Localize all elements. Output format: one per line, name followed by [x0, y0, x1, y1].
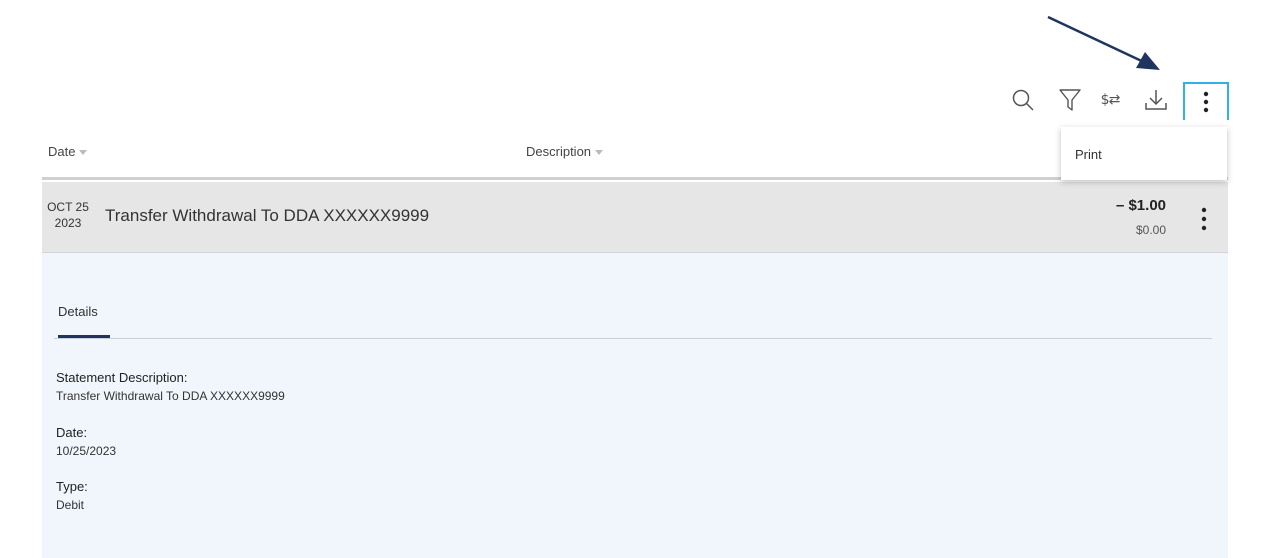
- currency-swap-icon[interactable]: $⇄: [1093, 82, 1127, 118]
- transaction-date: OCT 25 2023: [45, 199, 91, 231]
- field-label-statement-description: Statement Description:: [56, 370, 188, 385]
- transaction-year: 2023: [54, 216, 82, 230]
- more-vertical-icon: [1201, 207, 1207, 231]
- filter-icon[interactable]: [1053, 82, 1087, 118]
- transactions-toolbar: $⇄: [1000, 82, 1229, 120]
- transaction-amount: – $1.00: [1115, 197, 1166, 214]
- more-vertical-icon: [1203, 91, 1209, 113]
- column-header-date-label: Date: [48, 144, 76, 159]
- table-header: Date Description: [42, 138, 1228, 180]
- transaction-balance: $0.00: [1135, 223, 1166, 237]
- column-header-description[interactable]: Description: [526, 144, 604, 159]
- field-value-date: 10/25/2023: [56, 444, 117, 458]
- field-label-type: Type:: [56, 479, 88, 494]
- column-header-description-label: Description: [526, 144, 592, 159]
- transaction-month-day: OCT 25: [47, 200, 89, 214]
- sort-caret-icon: [79, 150, 88, 156]
- more-options-button[interactable]: [1183, 82, 1229, 120]
- more-options-menu: Print: [1061, 127, 1227, 180]
- swap-label: $⇄: [1100, 92, 1121, 108]
- transaction-row[interactable]: OCT 25 2023 Transfer Withdrawal To DDA X…: [42, 182, 1228, 253]
- field-label-date: Date:: [56, 425, 88, 440]
- sort-caret-icon: [595, 150, 604, 156]
- transaction-more-button[interactable]: [1192, 204, 1216, 234]
- column-header-date[interactable]: Date: [48, 144, 88, 159]
- transaction-details-panel: Details Statement Description: Transfer …: [42, 253, 1228, 558]
- menu-item-print[interactable]: Print: [1061, 127, 1227, 180]
- tab-divider: [54, 338, 1212, 339]
- search-icon[interactable]: [1006, 82, 1040, 118]
- page: $⇄ Print Date Description OCT 25 2023 Tr…: [0, 0, 1266, 558]
- download-icon[interactable]: [1139, 82, 1173, 118]
- tab-details[interactable]: Details: [58, 304, 98, 319]
- field-value-statement-description: Transfer Withdrawal To DDA XXXXXX9999: [56, 389, 285, 403]
- field-value-type: Debit: [56, 498, 85, 512]
- transaction-description: Transfer Withdrawal To DDA XXXXXX9999: [105, 206, 430, 225]
